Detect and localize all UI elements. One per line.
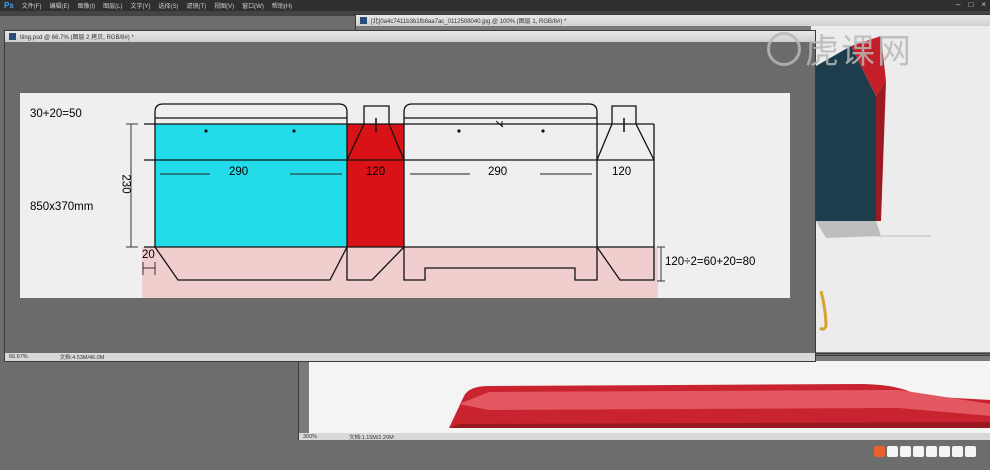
label-width-side-2: 120: [612, 166, 632, 178]
emoji-icon[interactable]: [913, 445, 924, 457]
label-glue-flap: 20: [142, 249, 155, 261]
taskbar: [0, 440, 990, 470]
label-overall-size: 850x370mm: [30, 201, 94, 213]
watermark-text: 虎课网: [805, 33, 913, 71]
label-bottom-flap: 120÷2=60+20=80: [665, 256, 756, 268]
label-width-front: 290: [229, 166, 249, 178]
grid-icon[interactable]: [965, 445, 976, 457]
tiger-logo-icon: [767, 31, 801, 66]
sogou-icon[interactable]: [874, 445, 885, 457]
pink-highlight-area: [142, 247, 658, 298]
keyboard-icon[interactable]: [939, 445, 950, 457]
label-width-side: 120: [366, 166, 386, 178]
label-height: 230: [119, 174, 132, 194]
mic-icon[interactable]: [926, 445, 937, 457]
punctuation-icon[interactable]: [900, 445, 911, 457]
ime-icon[interactable]: [887, 445, 898, 457]
system-tray: [874, 444, 976, 458]
label-width-back: 290: [488, 166, 508, 178]
cyan-panel: [155, 124, 347, 247]
label-top-flap: 30+20=50: [30, 108, 82, 120]
watermark: 虎课网: [767, 24, 913, 73]
shirt-icon[interactable]: [952, 445, 963, 457]
